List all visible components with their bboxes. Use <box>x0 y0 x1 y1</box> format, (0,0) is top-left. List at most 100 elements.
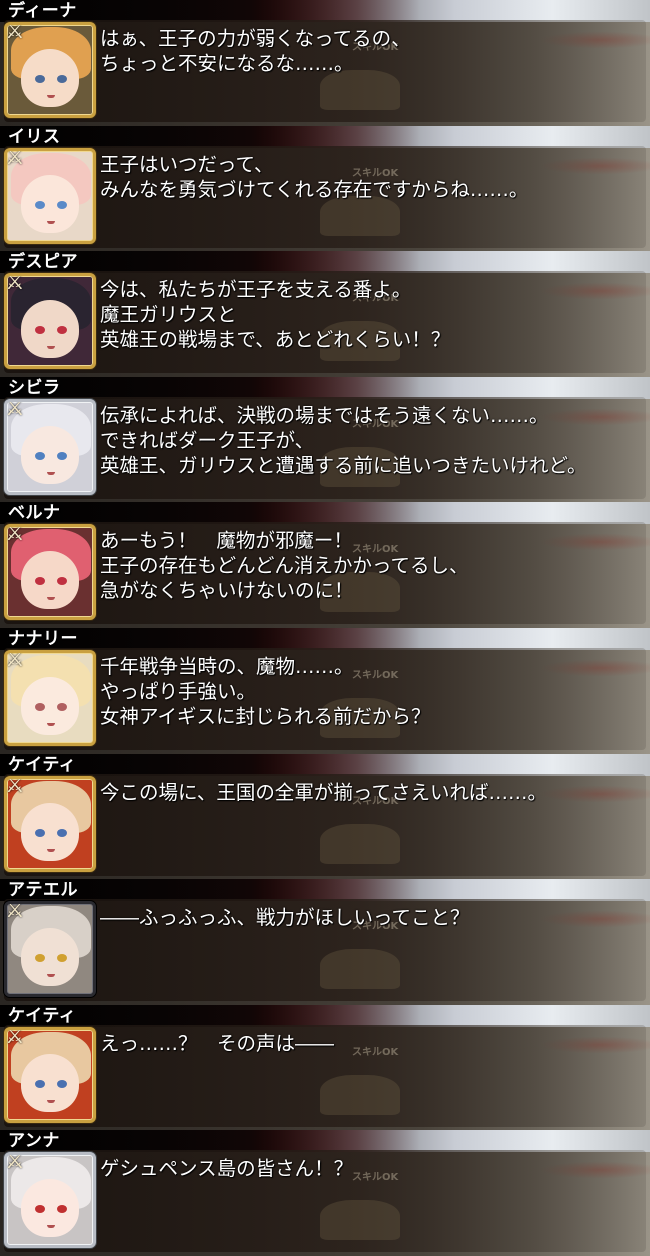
character-portrait[interactable]: ⚔ <box>4 524 96 621</box>
portrait-face <box>21 174 79 233</box>
dialogue-text: ゲシュペンス島の皆さん！？ <box>100 1156 640 1181</box>
speaker-name: デスピア <box>8 252 78 273</box>
dialogue-entry[interactable]: ディーナ スキルOK ⚔ はぁ、王子の力が弱くなってるの、 ちょっと不安になるな……。 <box>0 0 650 126</box>
dialogue-line: 魔王ガリウスと <box>100 303 237 327</box>
portrait-face <box>21 1179 79 1238</box>
dialogue-text: 千年戦争当時の、魔物……。 やっぱり手強い。 女神アイギスに封じられる前だから？ <box>100 654 640 729</box>
dialogue-line: あーもう！ 魔物が邪魔ー！ <box>100 529 353 553</box>
portrait-eye <box>35 451 45 460</box>
class-emblem-icon: ⚔ <box>5 1152 25 1175</box>
name-bar <box>0 1130 420 1153</box>
portrait-eye <box>57 1079 67 1088</box>
background-unit-silhouette <box>320 195 400 236</box>
dialogue-line: えっ……？ その声は―― <box>100 1031 335 1055</box>
name-bar <box>0 502 420 525</box>
dialogue-line: 急がなくちゃいけないのに！ <box>100 579 354 603</box>
portrait-mouth <box>47 1099 55 1103</box>
portrait-eye <box>35 200 45 209</box>
dialogue-entry[interactable]: シビラ スキルOK ⚔ 伝承によれば、決戦の場まではそう遠くない……。 できればダーク王… <box>0 376 650 503</box>
portrait-eye <box>35 828 45 837</box>
portrait-eye <box>57 75 67 83</box>
dialogue-text: えっ……？ その声は―― <box>100 1031 640 1056</box>
dialogue-text: 伝承によれば、決戦の場まではそう遠くない……。 できればダーク王子が、 英雄王、ガリ… <box>100 403 640 478</box>
character-portrait[interactable]: ⚔ <box>4 147 96 244</box>
name-bar <box>0 376 420 399</box>
character-portrait[interactable]: ⚔ <box>4 1152 96 1249</box>
dialogue-text: 王子はいつだって、 みんなを勇気づけてくれる存在ですからね……。 <box>100 152 640 202</box>
background-unit-silhouette <box>320 70 400 110</box>
speaker-name: ケイティ <box>8 1005 77 1026</box>
dialogue-text: ――ふっふっふ、戦力がほしいってこと？ <box>100 905 640 930</box>
character-portrait[interactable]: ⚔ <box>4 1026 96 1123</box>
dialogue-entry[interactable]: イリス スキルOK ⚔ 王子はいつだって、 みんなを勇気づけてくれる存在ですからね……。 <box>0 125 650 252</box>
dialogue-line: 女神アイギスに封じられる前だから？ <box>100 704 431 728</box>
portrait-eye <box>35 702 45 711</box>
class-emblem-icon: ⚔ <box>5 147 25 170</box>
dialogue-text: 今この場に、王国の全軍が揃ってさえいれば……。 <box>100 780 640 805</box>
dialogue-entry[interactable]: デスピア スキルOK ⚔ 今は、私たちが王子を支える番よ。 魔王ガリウスと 英雄王の戦場ま… <box>0 251 650 377</box>
portrait-eye <box>35 75 45 83</box>
portrait-face <box>21 425 79 484</box>
portrait-face <box>21 300 79 359</box>
portrait-mouth <box>47 471 55 475</box>
character-portrait[interactable]: ⚔ <box>4 901 96 998</box>
dialogue-line: みんなを勇気づけてくれる存在ですからね……。 <box>100 177 529 201</box>
portrait-eye <box>57 702 67 711</box>
portrait-eye <box>57 451 67 460</box>
dialogue-line: 王子はいつだって、 <box>100 152 274 176</box>
class-emblem-icon: ⚔ <box>5 273 25 296</box>
class-emblem-icon: ⚔ <box>5 22 25 44</box>
speaker-name: ディーナ <box>8 1 77 21</box>
dialogue-text: あーもう！ 魔物が邪魔ー！ 王子の存在もどんどん消えかかってるし、 急がなくちゃいけ… <box>100 528 640 603</box>
dialogue-entry[interactable]: ナナリー スキルOK ⚔ 千年戦争当時の、魔物……。 やっぱり手強い。 女神アイギスに封じ… <box>0 627 650 754</box>
portrait-face <box>21 1053 79 1112</box>
dialogue-text: 今は、私たちが王子を支える番よ。 魔王ガリウスと 英雄王の戦場まで、あとどれくらい！… <box>100 277 640 352</box>
speaker-name: イリス <box>8 126 61 147</box>
dialogue-line: 伝承によれば、決戦の場まではそう遠くない……。 <box>100 403 549 427</box>
dialogue-line: 王子の存在もどんどん消えかかってるし、 <box>100 554 469 578</box>
dialogue-line: 今この場に、王国の全軍が揃ってさえいれば……。 <box>100 780 547 804</box>
speaker-name: アテエル <box>8 880 78 901</box>
character-portrait[interactable]: ⚔ <box>4 649 96 746</box>
portrait-face <box>21 49 79 107</box>
class-emblem-icon: ⚔ <box>5 398 25 421</box>
portrait-eye <box>57 828 67 837</box>
speaker-name: ベルナ <box>8 503 61 524</box>
dialogue-line: 英雄王の戦場まで、あとどれくらい！？ <box>100 328 451 352</box>
portrait-face <box>21 676 79 735</box>
portrait-mouth <box>47 220 55 224</box>
background-unit-silhouette <box>320 1200 400 1241</box>
character-portrait[interactable]: ⚔ <box>4 22 96 118</box>
class-emblem-icon: ⚔ <box>5 901 25 924</box>
dialogue-line: 千年戦争当時の、魔物……。 <box>100 654 354 678</box>
dialogue-line: ゲシュペンス島の皆さん！？ <box>100 1157 354 1181</box>
character-portrait[interactable]: ⚔ <box>4 273 96 370</box>
background-unit-silhouette <box>320 1074 400 1115</box>
dialogue-entry[interactable]: ケイティ スキルOK ⚔ 今この場に、王国の全軍が揃ってさえいれば……。 <box>0 753 650 880</box>
speaker-name: アンナ <box>8 1131 60 1152</box>
speaker-name: ナナリー <box>8 628 78 649</box>
class-emblem-icon: ⚔ <box>5 1026 25 1049</box>
character-portrait[interactable]: ⚔ <box>4 398 96 495</box>
background-unit-silhouette <box>320 823 400 864</box>
speaker-name: シビラ <box>8 377 61 398</box>
dialogue-entry[interactable]: ケイティ スキルOK ⚔ えっ……？ その声は―― <box>0 1004 650 1131</box>
dialogue-entry[interactable]: アテエル スキルOK ⚔ ――ふっふっふ、戦力がほしいってこと？ <box>0 879 650 1005</box>
dialogue-entry[interactable]: アンナ スキルOK ⚔ ゲシュペンス島の皆さん！？ <box>0 1130 650 1256</box>
portrait-mouth <box>47 848 55 852</box>
speaker-name: ケイティ <box>8 754 77 775</box>
class-emblem-icon: ⚔ <box>5 524 25 547</box>
dialogue-line: やっぱり手強い。 <box>100 679 257 703</box>
class-emblem-icon: ⚔ <box>5 775 25 798</box>
background-unit-silhouette <box>320 949 400 990</box>
dialogue-line: はぁ、王子の力が弱くなってるの、 <box>100 27 411 50</box>
portrait-eye <box>57 200 67 209</box>
dialogue-entry[interactable]: ベルナ スキルOK ⚔ あーもう！ 魔物が邪魔ー！ 王子の存在もどんどん消えかかってるし… <box>0 502 650 628</box>
dialogue-line: ――ふっふっふ、戦力がほしいってこと？ <box>100 906 470 930</box>
class-emblem-icon: ⚔ <box>5 649 25 672</box>
dialogue-line: できればダーク王子が、 <box>100 428 315 452</box>
name-bar <box>0 125 420 148</box>
dialogue-line: 英雄王、ガリウスと遭遇する前に追いつきたいけれど。 <box>100 453 587 477</box>
dialogue-log[interactable]: ディーナ スキルOK ⚔ はぁ、王子の力が弱くなってるの、 ちょっと不安になるな……。イ… <box>0 0 650 1256</box>
character-portrait[interactable]: ⚔ <box>4 775 96 872</box>
